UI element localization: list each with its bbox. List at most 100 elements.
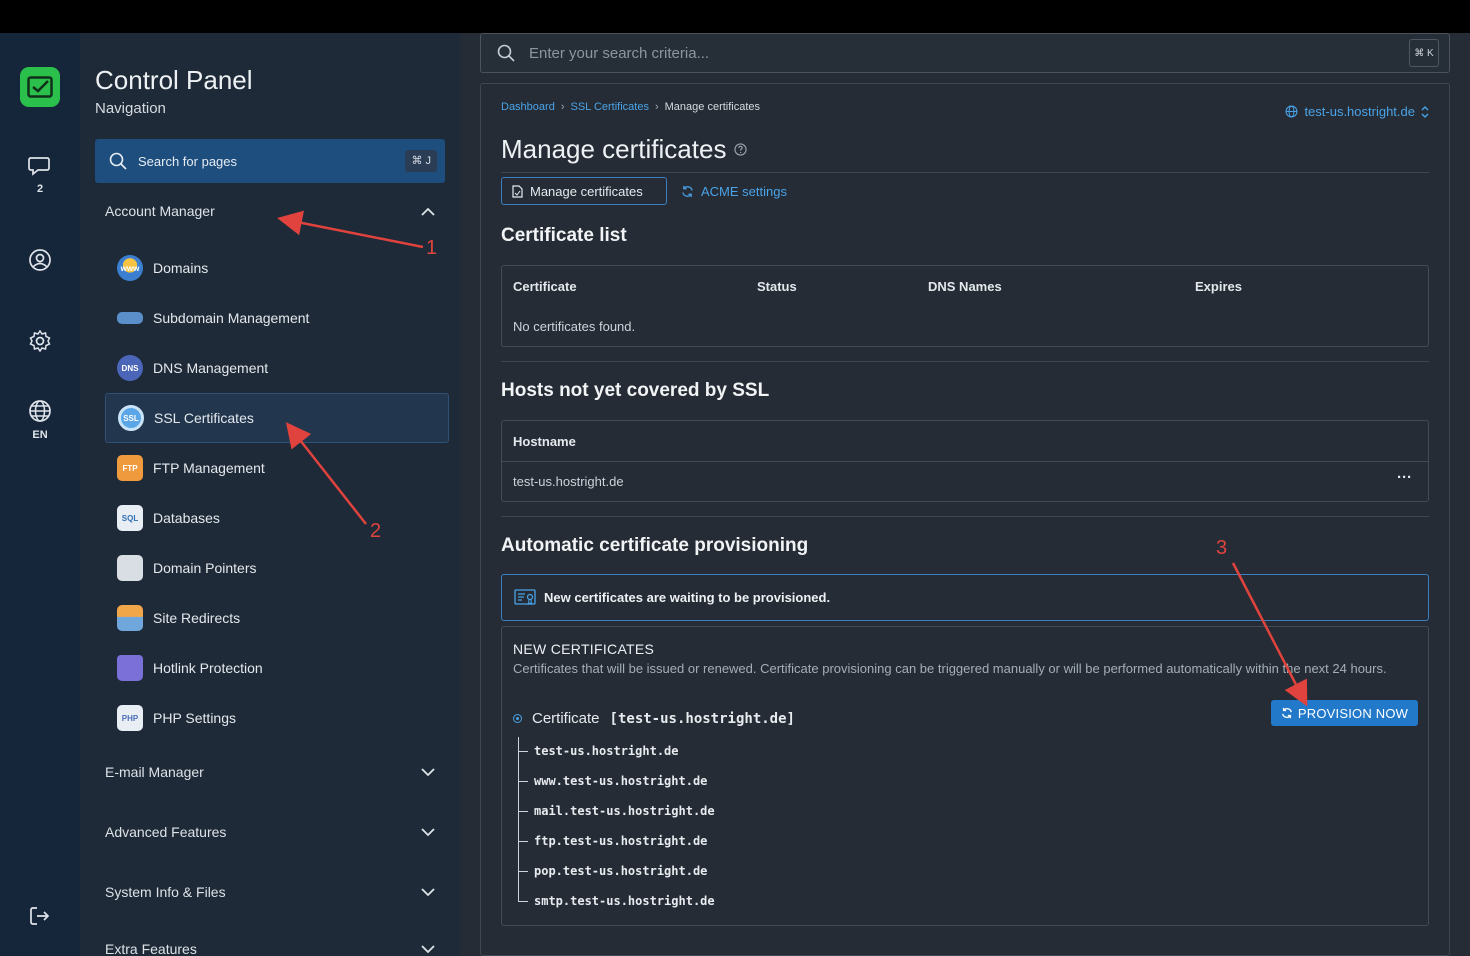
chevron-down-icon xyxy=(421,767,435,776)
sidebar-item-label: Domain Pointers xyxy=(153,560,257,576)
page-title: Manage certificates xyxy=(501,134,727,164)
user-circle-icon xyxy=(29,249,51,271)
breadcrumb-ssl-certificates[interactable]: SSL Certificates xyxy=(571,101,649,113)
certificate-host-tree: test-us.hostright.de www.test-us.hostrig… xyxy=(518,737,918,908)
sidebar-item-ftp[interactable]: FTP FTP Management xyxy=(105,443,449,493)
section-label: E-mail Manager xyxy=(105,764,204,780)
column-header: Expires xyxy=(1195,279,1242,294)
sidebar-item-domains[interactable]: www Domains xyxy=(105,243,449,293)
search-icon xyxy=(109,152,127,170)
divider xyxy=(501,516,1429,517)
help-icon[interactable] xyxy=(734,143,748,156)
domain-selector[interactable]: test-us.hostright.de xyxy=(1285,104,1429,119)
sidebar-item-subdomain[interactable]: Subdomain Management xyxy=(105,293,449,343)
global-search-input[interactable] xyxy=(529,44,1329,62)
document-icon xyxy=(512,184,523,198)
chat-icon xyxy=(28,157,50,176)
refresh-icon xyxy=(682,185,693,197)
hosts-heading: Hosts not yet covered by SSL xyxy=(501,380,770,401)
sidebar-subtitle: Navigation xyxy=(95,100,166,117)
domain-pointer-icon xyxy=(117,555,143,581)
language-button[interactable]: EN xyxy=(0,399,80,441)
gear-icon xyxy=(29,329,51,353)
sidebar-item-hotlink[interactable]: Hotlink Protection xyxy=(105,643,449,693)
chevron-updown-icon xyxy=(1421,105,1429,118)
account-button[interactable] xyxy=(0,248,80,272)
sidebar-title: Control Panel xyxy=(95,65,253,95)
sidebar-item-label: Subdomain Management xyxy=(153,310,310,326)
domains-icon: www xyxy=(117,255,143,281)
sidebar-item-dns[interactable]: DNS DNS Management xyxy=(105,343,449,393)
sidebar-item-site-redirects[interactable]: Site Redirects xyxy=(105,593,449,643)
logout-icon xyxy=(30,907,50,925)
column-header: Hostname xyxy=(513,434,576,449)
section-label: Extra Features xyxy=(105,941,197,956)
page-search-label: Search for pages xyxy=(138,153,238,169)
divider xyxy=(501,172,1429,173)
provisioning-heading: Automatic certificate provisioning xyxy=(501,535,809,556)
new-certificates-description: Certificates that will be issued or rene… xyxy=(513,661,1387,676)
php-icon: PHP xyxy=(117,705,143,731)
main-content: ⌘ K Dashboard › SSL Certificates › Manag… xyxy=(460,33,1470,956)
certificate-name: [test-us.hostright.de] xyxy=(609,710,795,727)
new-certificates-heading: NEW CERTIFICATES xyxy=(513,641,655,657)
sidebar-item-ssl[interactable]: SSL SSL Certificates xyxy=(105,393,449,443)
page-search-button[interactable]: Search for pages ⌘ J xyxy=(95,139,445,183)
settings-button[interactable] xyxy=(0,329,80,353)
certificate-radio[interactable] xyxy=(513,714,522,723)
sidebar-item-label: DNS Management xyxy=(153,360,269,376)
tree-leaf: www.test-us.hostright.de xyxy=(518,771,707,791)
dns-icon: DNS xyxy=(117,355,143,381)
section-label: Advanced Features xyxy=(105,824,227,840)
certificate-table: Certificate Status DNS Names Expires No … xyxy=(501,265,1429,347)
globe-icon xyxy=(29,400,51,422)
provision-now-button[interactable]: PROVISION NOW xyxy=(1271,700,1418,726)
provisioning-alert: New certificates are waiting to be provi… xyxy=(501,574,1429,621)
logout-button[interactable] xyxy=(0,905,80,927)
breadcrumb-separator: › xyxy=(654,101,659,113)
tree-leaf: mail.test-us.hostright.de xyxy=(518,801,715,821)
app-logo[interactable] xyxy=(20,67,60,107)
new-certificates-card: NEW CERTIFICATES Certificates that will … xyxy=(501,626,1429,926)
certificate-icon xyxy=(514,588,536,605)
sidebar-item-databases[interactable]: SQL Databases xyxy=(105,493,449,543)
sidebar-item-php[interactable]: PHP PHP Settings xyxy=(105,693,449,743)
breadcrumb-dashboard[interactable]: Dashboard xyxy=(501,101,555,113)
page-search-shortcut: ⌘ J xyxy=(405,150,437,172)
section-email-manager[interactable]: E-mail Manager xyxy=(105,764,435,780)
chevron-down-icon xyxy=(421,944,435,953)
sidebar-item-label: Domains xyxy=(153,260,209,276)
tab-manage-certificates[interactable]: Manage certificates xyxy=(501,177,667,205)
ssl-icon: SSL xyxy=(118,405,144,431)
breadcrumb-current: Manage certificates xyxy=(664,101,761,113)
host-name: ftp.test-us.hostright.de xyxy=(534,834,708,848)
section-system-info[interactable]: System Info & Files xyxy=(105,884,435,900)
sidebar-item-label: Databases xyxy=(153,510,220,526)
ftp-icon: FTP xyxy=(117,455,143,481)
host-name: test-us.hostright.de xyxy=(534,744,679,758)
hosts-table: Hostname test-us.hostright.de ··· xyxy=(501,420,1429,502)
sidebar-item-label: PHP Settings xyxy=(153,710,237,726)
certificate-list-heading: Certificate list xyxy=(501,225,627,246)
section-account-manager[interactable]: Account Manager xyxy=(105,203,435,219)
column-header: Certificate xyxy=(513,279,577,294)
host-name: pop.test-us.hostright.de xyxy=(534,864,708,878)
section-advanced-features[interactable]: Advanced Features xyxy=(105,824,435,840)
divider xyxy=(501,361,1429,362)
database-icon: SQL xyxy=(117,505,143,531)
empty-message: No certificates found. xyxy=(513,319,636,334)
sidebar-item-label: SSL Certificates xyxy=(154,410,254,426)
redirect-icon xyxy=(117,605,143,631)
row-menu-button[interactable]: ··· xyxy=(1397,469,1412,486)
host-name: smtp.test-us.hostright.de xyxy=(534,894,715,908)
sidebar: Control Panel Navigation Search for page… xyxy=(80,33,460,956)
chat-button[interactable]: 2 xyxy=(0,155,80,195)
column-header: DNS Names xyxy=(928,279,1002,294)
tree-leaf: ftp.test-us.hostright.de xyxy=(518,831,707,851)
sidebar-item-domain-pointers[interactable]: Domain Pointers xyxy=(105,543,449,593)
page-title-wrap: Manage certificates xyxy=(501,134,748,165)
section-extra-features[interactable]: Extra Features xyxy=(105,941,435,956)
tab-acme-settings[interactable]: ACME settings xyxy=(681,177,787,205)
logo-icon xyxy=(27,76,53,98)
global-search: ⌘ K xyxy=(480,33,1450,73)
